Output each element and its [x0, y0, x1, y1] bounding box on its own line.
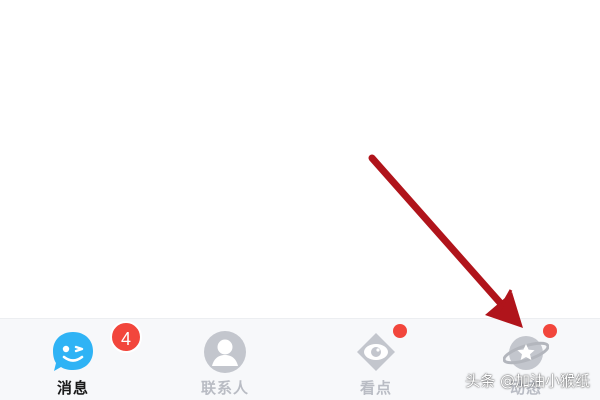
- unread-count-badge: 4: [110, 321, 142, 353]
- watermark-text: 头条 @加油小猴纸: [465, 372, 590, 390]
- contacts-person-icon: [202, 329, 248, 375]
- messages-smiley-icon: [50, 329, 96, 375]
- screen: 4 消息 联系人 看点 动态 头条 @加油小猴纸: [0, 0, 600, 400]
- tab-contacts-label: 联系人: [200, 379, 249, 397]
- moments-notification-dot: [543, 324, 557, 338]
- tab-contacts[interactable]: 联系人: [175, 319, 275, 400]
- tab-messages[interactable]: 4 消息: [23, 319, 142, 400]
- planet-star-icon: [502, 329, 550, 375]
- tab-watch-label: 看点: [359, 379, 392, 397]
- tab-watch[interactable]: 看点: [326, 319, 426, 400]
- watch-notification-dot: [393, 324, 407, 338]
- tab-messages-label: 消息: [56, 379, 89, 397]
- watch-eye-icon: [353, 329, 399, 375]
- content-area: [0, 0, 600, 318]
